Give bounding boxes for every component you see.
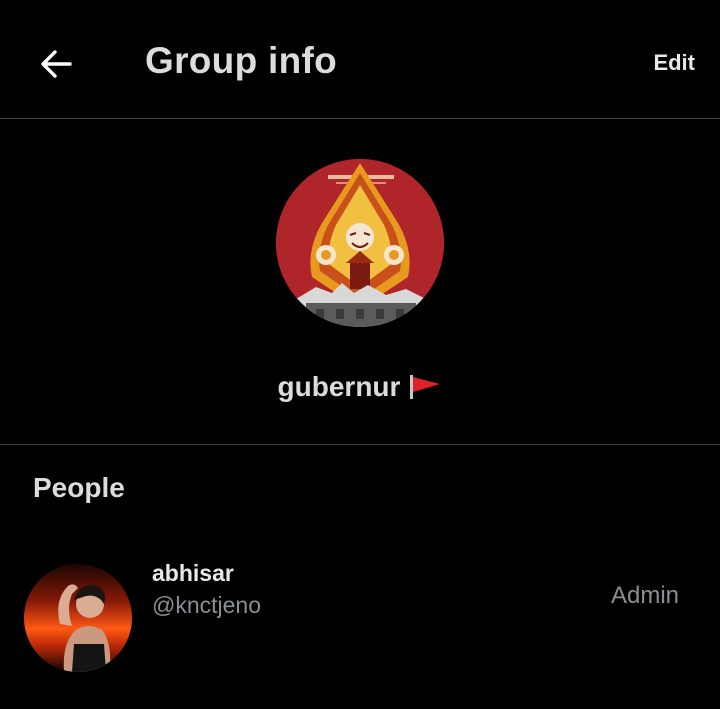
back-button[interactable]: [36, 44, 76, 84]
member-name: abhisar: [152, 560, 234, 586]
edit-button[interactable]: Edit: [653, 50, 695, 76]
page-title: Group info: [145, 40, 338, 81]
member-avatar-image: [24, 564, 132, 672]
header-divider: [0, 118, 720, 119]
group-name: gubernur: [277, 371, 401, 402]
red-flag-icon: [408, 373, 442, 401]
group-name-row: gubernur: [0, 367, 720, 407]
section-divider: [0, 444, 720, 445]
group-avatar-image: [276, 159, 444, 327]
avatar[interactable]: [24, 564, 132, 672]
people-section-title: People: [33, 472, 125, 503]
group-avatar[interactable]: [276, 159, 444, 327]
group-info-screen: Group info Edit gubernur People abhisar …: [0, 0, 720, 709]
member-row[interactable]: abhisar @knctjeno Admin: [0, 552, 720, 672]
arrow-left-icon: [41, 50, 72, 78]
member-handle: @knctjeno: [152, 592, 262, 618]
header: Group info Edit: [0, 0, 720, 118]
member-role-badge: Admin: [610, 582, 679, 609]
